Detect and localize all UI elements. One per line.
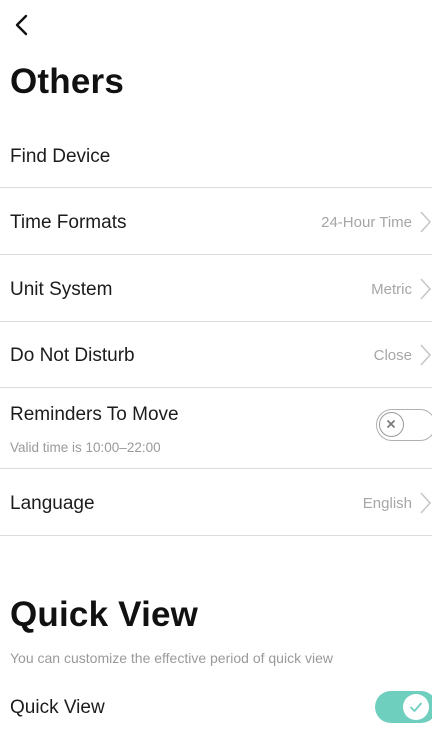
reminders-to-move-toggle[interactable] (376, 409, 432, 441)
time-formats-label: Time Formats (10, 212, 127, 233)
chevron-right-icon (418, 276, 432, 302)
section-title-quick-view: Quick View (10, 595, 199, 634)
quick-view-toggle[interactable] (375, 691, 432, 723)
chevron-right-icon (418, 342, 432, 368)
do-not-disturb-value: Close (373, 347, 412, 364)
toggle-knob (403, 694, 429, 720)
unit-system-value: Metric (371, 281, 412, 298)
language-row[interactable]: Language English (0, 469, 432, 536)
language-value: English (362, 495, 412, 512)
back-button[interactable] (10, 12, 34, 38)
reminders-to-move-row: Reminders To Move Valid time is 10:00–22… (0, 388, 432, 469)
quick-view-toggle-label: Quick View (10, 697, 105, 718)
page-title: Others (10, 62, 125, 101)
time-formats-row[interactable]: Time Formats 24-Hour Time (0, 188, 432, 255)
quick-view-description: You can customize the effective period o… (10, 650, 333, 666)
language-label: Language (10, 493, 95, 514)
unit-system-row[interactable]: Unit System Metric (0, 255, 432, 322)
find-device-row[interactable]: Find Device (0, 132, 432, 188)
chevron-right-icon (418, 209, 432, 235)
toggle-knob (379, 412, 404, 437)
find-device-label: Find Device (10, 146, 111, 167)
unit-system-label: Unit System (10, 279, 113, 300)
time-formats-value: 24-Hour Time (321, 214, 412, 231)
do-not-disturb-row[interactable]: Do Not Disturb Close (0, 322, 432, 388)
chevron-left-icon (10, 12, 34, 38)
reminders-to-move-label: Reminders To Move (10, 404, 179, 425)
do-not-disturb-label: Do Not Disturb (10, 345, 135, 366)
chevron-right-icon (418, 490, 432, 516)
reminders-to-move-subtitle: Valid time is 10:00–22:00 (10, 440, 161, 455)
